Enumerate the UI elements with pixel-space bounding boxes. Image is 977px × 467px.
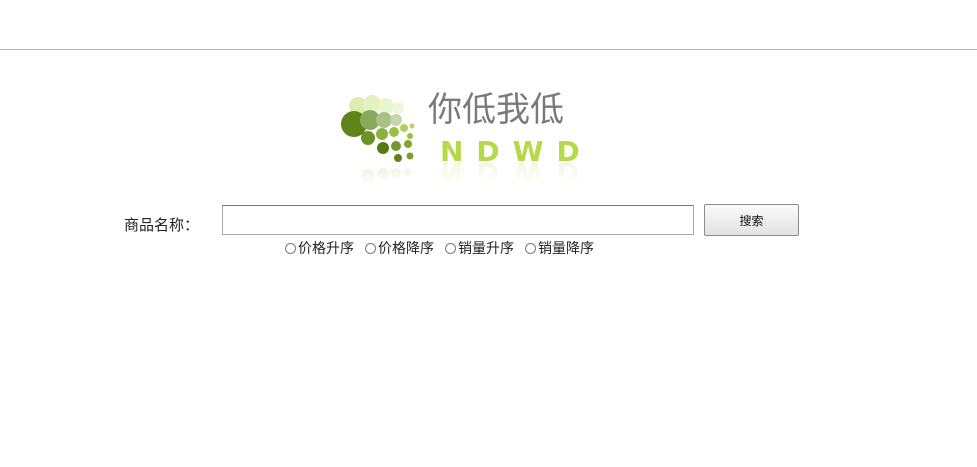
logo-dots-icon	[338, 95, 428, 188]
sort-option-label: 销量升序	[458, 241, 514, 257]
site-logo: 你低我低 NDWD NDWD	[338, 84, 588, 188]
logo-chinese-text: 你低我低	[428, 90, 564, 130]
sort-price-desc[interactable]: 价格降序	[365, 238, 434, 258]
radio-icon[interactable]	[445, 242, 456, 254]
sort-option-label: 销量降序	[538, 241, 594, 257]
sort-option-label: 价格升序	[298, 241, 354, 257]
radio-icon[interactable]	[525, 242, 536, 254]
sort-option-label: 价格降序	[378, 241, 434, 257]
search-button[interactable]: 搜索	[704, 204, 799, 236]
search-label: 商品名称：	[124, 216, 200, 234]
sort-sales-desc[interactable]: 销量降序	[525, 238, 594, 258]
search-input[interactable]	[222, 205, 694, 235]
page: 你低我低 NDWD NDWD 商品名称： 搜索 价格升序 价格降序 销量升序 销…	[0, 0, 977, 467]
radio-icon[interactable]	[365, 242, 376, 254]
sort-sales-asc[interactable]: 销量升序	[445, 238, 514, 258]
radio-icon[interactable]	[285, 242, 296, 254]
sort-options: 价格升序 价格降序 销量升序 销量降序	[285, 238, 605, 258]
header-divider	[0, 49, 977, 50]
sort-price-asc[interactable]: 价格升序	[285, 238, 354, 258]
